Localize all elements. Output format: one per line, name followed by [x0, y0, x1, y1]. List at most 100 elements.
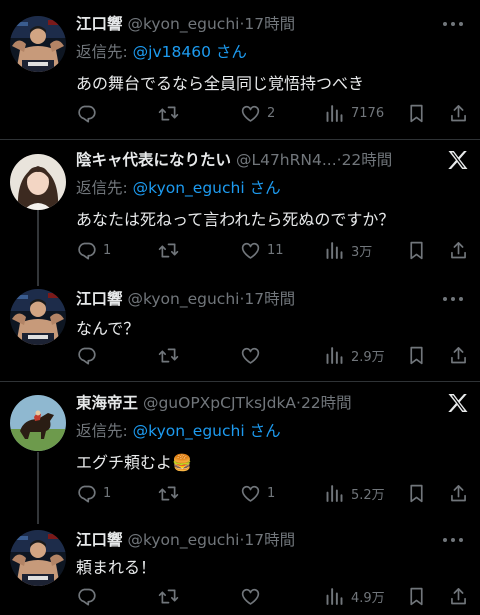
view-count: 2.9万	[351, 349, 385, 365]
retweet-icon	[158, 483, 179, 504]
retweet-button[interactable]	[158, 584, 185, 608]
tweet[interactable]: 東海帝王 @guOPXpCJTksJdkA·22時間 返信先: @kyon_eg…	[0, 391, 480, 509]
action-bar: 2.9万	[76, 343, 480, 367]
x-logo-icon	[446, 148, 470, 172]
like-count: 11	[267, 242, 284, 258]
reply-to: 返信先: @kyon_eguchi さん	[76, 176, 281, 198]
share-button[interactable]	[448, 101, 469, 125]
bookmark-icon	[406, 345, 427, 366]
reply-icon	[76, 483, 97, 504]
reply-button[interactable]	[76, 584, 103, 608]
views-icon	[324, 345, 345, 366]
action-bar: 1 11 3万	[76, 238, 480, 262]
share-button[interactable]	[448, 238, 469, 262]
reply-button[interactable]	[76, 101, 103, 125]
avatar[interactable]	[10, 395, 66, 451]
more-icon[interactable]	[440, 530, 466, 550]
action-bar: 2 7176	[76, 101, 480, 125]
reply-to-suffix[interactable]: さん	[250, 179, 281, 197]
tweet-text: あなたは死ねって言われたら死ぬのですか？	[76, 210, 395, 229]
reply-to-prefix: 返信先:	[76, 43, 133, 61]
like-button[interactable]: 2	[240, 101, 275, 125]
display-name[interactable]: 東海帝王	[76, 394, 138, 412]
reply-count: 1	[103, 485, 112, 501]
like-button[interactable]: 11	[240, 238, 284, 262]
share-button[interactable]	[448, 584, 469, 608]
tweet-header: 江口響 @kyon_eguchi·17時間	[76, 287, 424, 311]
retweet-button[interactable]	[158, 101, 185, 125]
views-button[interactable]: 2.9万	[324, 343, 385, 367]
bookmark-icon	[406, 586, 427, 607]
reply-to-handle[interactable]: @kyon_eguchi	[133, 422, 245, 440]
heart-icon	[240, 103, 261, 124]
retweet-icon	[158, 586, 179, 607]
bookmark-button[interactable]	[406, 584, 427, 608]
views-button[interactable]: 7176	[324, 101, 384, 125]
reply-to-handle[interactable]: @jv18460	[133, 43, 211, 61]
bookmark-button[interactable]	[406, 343, 427, 367]
avatar[interactable]	[10, 154, 66, 210]
reply-to-handle[interactable]: @kyon_eguchi	[133, 179, 245, 197]
more-icon[interactable]	[440, 14, 466, 34]
view-count: 4.9万	[351, 590, 385, 606]
display-name[interactable]: 陰キャ代表になりたい	[76, 151, 231, 169]
bookmark-button[interactable]	[406, 481, 427, 505]
retweet-icon	[158, 240, 179, 261]
reply-to-prefix: 返信先:	[76, 179, 133, 197]
tweet-text: エグチ頼むよ🍔	[76, 453, 192, 472]
heart-icon	[240, 586, 261, 607]
tweet[interactable]: 江口響 @kyon_eguchi·17時間 返信先: @jv18460 さん あ…	[0, 12, 480, 138]
share-icon	[448, 586, 469, 607]
retweet-button[interactable]	[158, 481, 185, 505]
share-button[interactable]	[448, 481, 469, 505]
like-button[interactable]: 1	[240, 481, 275, 505]
handle-and-time[interactable]: @kyon_eguchi·17時間	[127, 290, 295, 308]
view-count: 7176	[351, 105, 385, 121]
share-button[interactable]	[448, 343, 469, 367]
tweet[interactable]: 陰キャ代表になりたい @L47hRN4...·22時間 返信先: @kyon_e…	[0, 148, 480, 270]
reply-button[interactable]: 1	[76, 481, 111, 505]
display-name[interactable]: 江口響	[76, 531, 123, 549]
views-button[interactable]: 3万	[324, 238, 372, 262]
retweet-icon	[158, 103, 179, 124]
display-name[interactable]: 江口響	[76, 15, 123, 33]
share-icon	[448, 345, 469, 366]
reply-to-suffix[interactable]: さん	[216, 43, 247, 61]
reply-button[interactable]: 1	[76, 238, 111, 262]
heart-icon	[240, 483, 261, 504]
bookmark-icon	[406, 240, 427, 261]
views-button[interactable]: 4.9万	[324, 584, 385, 608]
handle-and-time[interactable]: @kyon_eguchi·17時間	[127, 531, 295, 549]
bookmark-button[interactable]	[406, 101, 427, 125]
display-name[interactable]: 江口響	[76, 290, 123, 308]
share-icon	[448, 483, 469, 504]
tweet[interactable]: 江口響 @kyon_eguchi·17時間 なんで？ 2.9万	[0, 287, 480, 369]
reply-to-suffix[interactable]: さん	[250, 422, 281, 440]
handle-and-time[interactable]: @guOPXpCJTksJdkA·22時間	[143, 394, 352, 412]
views-button[interactable]: 5.2万	[324, 481, 385, 505]
retweet-button[interactable]	[158, 238, 185, 262]
tweet-header: 江口響 @kyon_eguchi·17時間	[76, 528, 424, 552]
reply-to: 返信先: @kyon_eguchi さん	[76, 419, 281, 441]
tweet-header: 江口響 @kyon_eguchi·17時間	[76, 12, 424, 36]
divider	[0, 381, 480, 382]
handle-and-time[interactable]: @L47hRN4...·22時間	[236, 151, 392, 169]
like-button[interactable]	[240, 584, 267, 608]
views-icon	[324, 103, 345, 124]
avatar[interactable]	[10, 289, 66, 345]
avatar[interactable]	[10, 16, 66, 72]
bookmark-button[interactable]	[406, 238, 427, 262]
like-count: 1	[267, 485, 276, 501]
tweet[interactable]: 江口響 @kyon_eguchi·17時間 頼まれる！ 4.9万	[0, 528, 480, 612]
share-icon	[448, 103, 469, 124]
reply-button[interactable]	[76, 343, 103, 367]
action-bar: 4.9万	[76, 584, 480, 608]
share-icon	[448, 240, 469, 261]
like-button[interactable]	[240, 343, 267, 367]
retweet-button[interactable]	[158, 343, 185, 367]
reply-to-prefix: 返信先:	[76, 422, 133, 440]
more-icon[interactable]	[440, 289, 466, 309]
views-icon	[324, 586, 345, 607]
avatar[interactable]	[10, 530, 66, 586]
handle-and-time[interactable]: @kyon_eguchi·17時間	[127, 15, 295, 33]
